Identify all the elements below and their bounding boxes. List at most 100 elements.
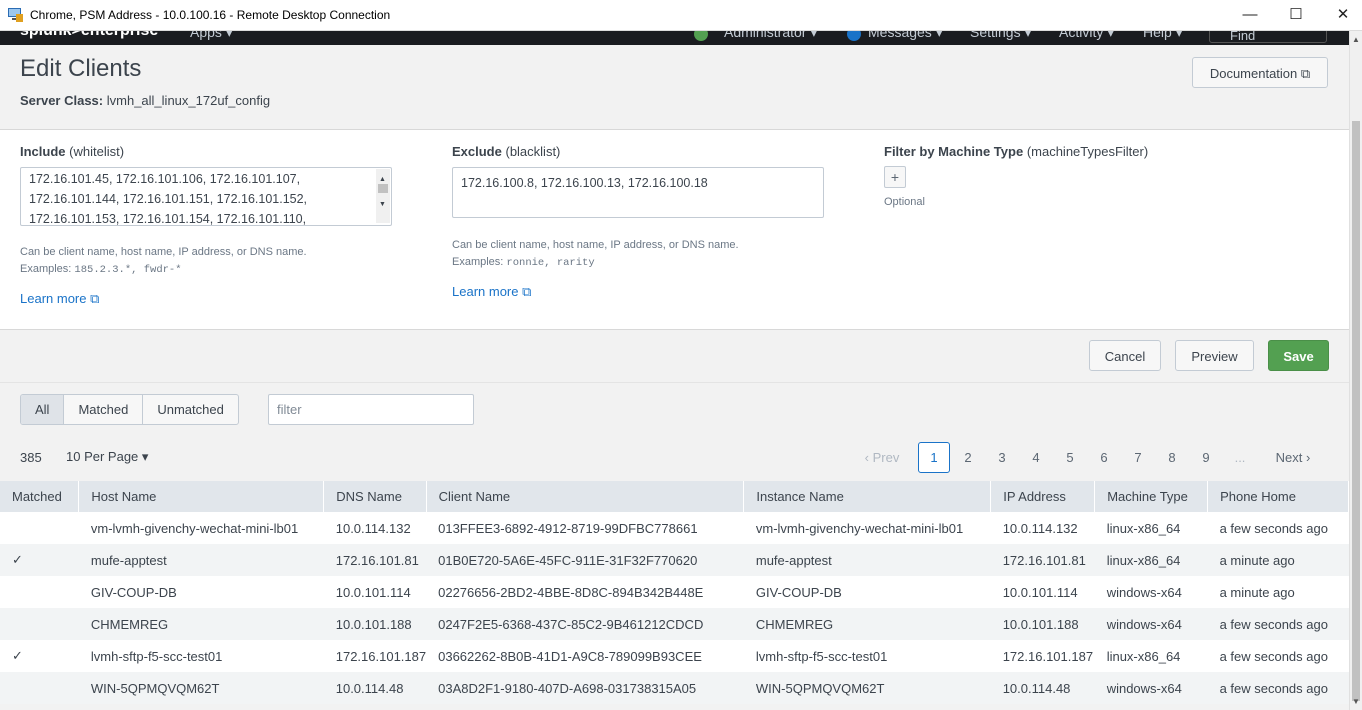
server-class-value: lvmh_all_linux_172uf_config [106,93,271,108]
dns-name-cell: 10.0.101.114 [323,576,427,608]
include-examples: Examples: 185.2.3.*, fwdr-* [20,261,307,279]
client-name-cell: 03662262-8B0B-41D1-A9C8-789099B93CEE [426,640,744,672]
page-1-button[interactable]: 1 [918,442,950,473]
tab-unmatched[interactable]: Unmatched [143,395,237,424]
prev-page-button[interactable]: ‹ Prev [858,442,906,473]
include-learn-more-link[interactable]: Learn more ⧉ [20,291,99,307]
host-name-cell: mufe-apptest [78,544,324,576]
maximize-button[interactable]: ☐ [1286,5,1306,25]
save-button[interactable]: Save [1268,340,1329,371]
col-dns-name[interactable]: DNS Name [323,481,427,512]
table-row[interactable]: GIV-COUP-DB 10.0.101.114 02276656-2BD2-4… [0,576,1349,608]
tab-matched[interactable]: Matched [64,395,144,424]
page-8-button[interactable]: 8 [1160,442,1184,473]
phone-home-cell: a few seconds ago [1207,512,1349,544]
messages-menu[interactable]: Messages ▾ [868,31,943,41]
exclude-examples-value: ronnie, rarity [506,257,595,269]
page-3-button[interactable]: 3 [990,442,1014,473]
instance-name-cell: vm-lvmh-givenchy-wechat-mini-lb01 [743,512,991,544]
rdp-title-bar: Chrome, PSM Address - 10.0.100.16 - Remo… [0,0,1362,31]
col-machine-type[interactable]: Machine Type [1094,481,1209,512]
include-examples-value: 185.2.3.*, fwdr-* [74,264,182,276]
page-4-button[interactable]: 4 [1024,442,1048,473]
col-host-name[interactable]: Host Name [78,481,325,512]
client-name-cell: 013FFEE3-6892-4912-8719-99DFBC778661 [426,512,744,544]
cancel-button[interactable]: Cancel [1089,340,1161,371]
col-ip-address[interactable]: IP Address [990,481,1096,512]
machine-type-cell: windows-x64 [1094,672,1208,704]
include-help: Can be client name, host name, IP addres… [20,244,307,279]
documentation-button[interactable]: Documentation ⧉ [1192,57,1328,88]
table-row[interactable]: WIN-5QPMQVQM62T 10.0.114.48 03A8D2F1-918… [0,672,1349,704]
scroll-thumb[interactable] [1352,121,1360,701]
host-name-cell: CHMEMREG [78,608,324,640]
col-client-name[interactable]: Client Name [426,481,745,512]
host-name-cell: vm-lvmh-givenchy-wechat-mini-lb01 [78,512,324,544]
table-row[interactable]: vm-lvmh-givenchy-wechat-mini-lb01 10.0.1… [0,512,1349,544]
page-5-button[interactable]: 5 [1058,442,1082,473]
include-value: 172.16.101.45, 172.16.101.106, 172.16.10… [29,172,308,226]
col-phone-home[interactable]: Phone Home [1207,481,1349,512]
user-menu[interactable]: Administrator ▾ [724,31,817,41]
page-7-button[interactable]: 7 [1126,442,1150,473]
ip-address-cell: 10.0.101.114 [990,576,1095,608]
include-examples-label: Examples: [20,263,72,275]
find-input[interactable]: Find [1209,31,1327,43]
table-row[interactable]: ✓ lvmh-sftp-f5-scc-test01 172.16.101.187… [0,640,1349,672]
close-button[interactable]: ✕ [1333,5,1353,25]
ip-address-cell: 10.0.114.48 [990,672,1095,704]
user-status-icon [694,31,708,41]
client-name-cell: 02276656-2BD2-4BBE-8D8C-894B342B448E [426,576,744,608]
machine-type-cell: windows-x64 [1094,576,1208,608]
scroll-up-icon[interactable]: ▲ [1352,35,1360,44]
table-row[interactable]: ✓ mufe-apptest 172.16.101.81 01B0E720-5A… [0,544,1349,576]
ip-address-cell: 172.16.101.187 [990,640,1095,672]
server-class-label: Server Class [20,93,99,108]
splunk-logo[interactable]: splunk>enterprise [20,31,158,40]
host-name-cell: WIN-5QPMQVQM62T [78,672,324,704]
col-matched[interactable]: Matched [0,481,80,512]
settings-menu[interactable]: Settings ▾ [970,31,1032,41]
client-name-cell: 01B0E720-5A6E-45FC-911E-31F32F770620 [426,544,744,576]
include-scroll-thumb[interactable] [378,184,388,193]
exclude-learn-more-link[interactable]: Learn more ⧉ [452,284,531,300]
scroll-down-icon[interactable]: ▼ [1352,697,1360,706]
include-scrollbar[interactable]: ▲ ▼ [376,169,390,223]
matched-cell: ✓ [0,640,79,672]
help-menu[interactable]: Help ▾ [1143,31,1183,41]
phone-home-cell: a few seconds ago [1207,640,1349,672]
page-6-button[interactable]: 6 [1092,442,1116,473]
instance-name-cell: WIN-5QPMQVQM62T [743,672,991,704]
page-header: Edit Clients Server Class: lvmh_all_linu… [0,45,1349,130]
client-name-cell: 0247F2E5-6368-437C-85C2-9B461212CDCD [426,608,744,640]
include-scroll-down-icon[interactable]: ▼ [379,195,386,215]
ip-address-cell: 10.0.101.188 [990,608,1095,640]
apps-menu[interactable]: Apps ▾ [190,31,233,41]
window-title: Chrome, PSM Address - 10.0.100.16 - Remo… [30,8,391,22]
next-page-button[interactable]: Next › [1268,442,1318,473]
add-machine-type-button[interactable]: + [884,166,906,188]
splunk-top-bar: splunk>enterprise Apps ▾ Administrator ▾… [0,31,1349,45]
exclude-label-sub: (blacklist) [505,144,561,159]
exclude-textarea[interactable]: 172.16.100.8, 172.16.100.13, 172.16.100.… [452,167,824,218]
matched-cell: ✓ [0,544,79,576]
preview-button[interactable]: Preview [1175,340,1254,371]
page-2-button[interactable]: 2 [956,442,980,473]
exclude-help: Can be client name, host name, IP addres… [452,237,739,272]
col-instance-name[interactable]: Instance Name [743,481,992,512]
config-section: Include (whitelist) 172.16.101.45, 172.1… [0,130,1349,330]
page-9-button[interactable]: 9 [1194,442,1218,473]
page-scrollbar[interactable]: ▲ ▼ [1349,31,1362,710]
filter-input[interactable] [268,394,474,425]
tab-all[interactable]: All [21,395,65,424]
phone-home-cell: a minute ago [1207,544,1349,576]
table-row[interactable]: CHMEMREG 10.0.101.188 0247F2E5-6368-437C… [0,608,1349,640]
per-page-dropdown[interactable]: 10 Per Page ▾ [66,449,148,465]
machine-type-optional: Optional [884,196,925,208]
exclude-examples: Examples: ronnie, rarity [452,254,739,272]
phone-home-cell: a few seconds ago [1207,608,1349,640]
include-textarea[interactable]: 172.16.101.45, 172.16.101.106, 172.16.10… [20,167,392,226]
activity-menu[interactable]: Activity ▾ [1059,31,1114,41]
instance-name-cell: GIV-COUP-DB [743,576,991,608]
minimize-button[interactable]: — [1240,5,1260,25]
